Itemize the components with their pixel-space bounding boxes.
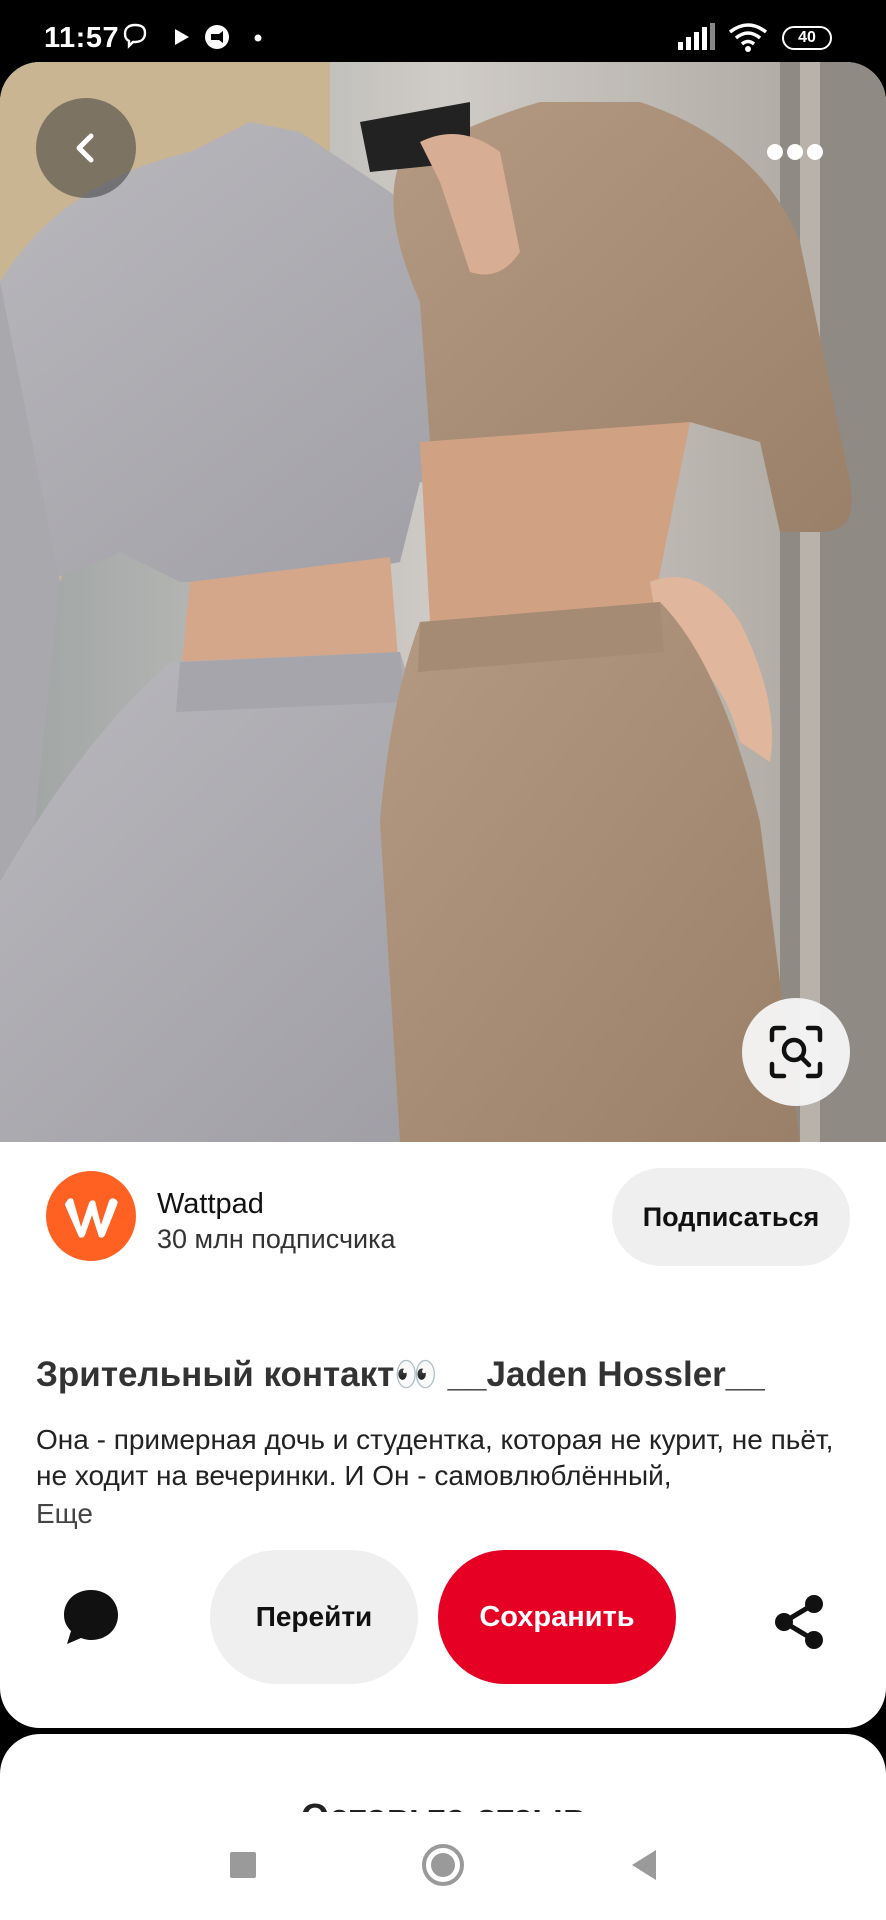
signal-icon: [678, 23, 715, 50]
more-dots-icon: [767, 144, 823, 160]
pin-title: Зрительный контакт👀 __Jaden Hossler__: [36, 1355, 765, 1394]
back-triangle-icon: [632, 1850, 656, 1880]
recents-button[interactable]: [218, 1840, 268, 1890]
wattpad-logo-icon: [65, 1198, 118, 1238]
creator-avatar[interactable]: [46, 1171, 136, 1261]
back-nav-button[interactable]: [618, 1840, 668, 1890]
creator-followers: 30 млн подписчика: [157, 1224, 396, 1254]
home-circle-icon: [422, 1844, 464, 1886]
comment-button[interactable]: [58, 1584, 124, 1650]
dot-icon: [254, 34, 262, 42]
share-icon: [775, 1595, 823, 1649]
more-link[interactable]: Еще: [36, 1498, 93, 1530]
follow-button[interactable]: Подписаться: [612, 1168, 850, 1266]
pin-description: Она - примерная дочь и студентка, котора…: [36, 1424, 834, 1491]
play-icon: [175, 29, 189, 45]
wifi-icon: [728, 23, 768, 52]
creator-name[interactable]: Wattpad: [157, 1188, 264, 1221]
status-time: 11:57: [44, 22, 120, 54]
pin-photo: [0, 62, 886, 1142]
visual-search-icon: [769, 1025, 823, 1079]
comment-bubble-icon: [64, 1590, 118, 1644]
back-button[interactable]: [36, 98, 136, 198]
system-nav-bar: [0, 1812, 886, 1920]
creator-row: Wattpad 30 млн подписчика Подписаться: [0, 1154, 886, 1266]
more-options-button[interactable]: [745, 122, 845, 182]
battery-icon: 40: [782, 26, 832, 50]
viber-icon: [123, 23, 147, 49]
save-button[interactable]: Сохранить: [438, 1550, 676, 1684]
visual-search-button[interactable]: [742, 998, 850, 1106]
pin-image[interactable]: [0, 62, 886, 1142]
go-button[interactable]: Перейти: [210, 1550, 418, 1684]
share-button[interactable]: [770, 1592, 830, 1652]
chevron-left-icon: [76, 133, 94, 163]
home-button[interactable]: [418, 1840, 468, 1890]
pin-card: Wattpad 30 млн подписчика Подписаться Зр…: [0, 62, 886, 1728]
recents-square-icon: [230, 1852, 256, 1878]
app-notification-icon: [205, 25, 229, 49]
